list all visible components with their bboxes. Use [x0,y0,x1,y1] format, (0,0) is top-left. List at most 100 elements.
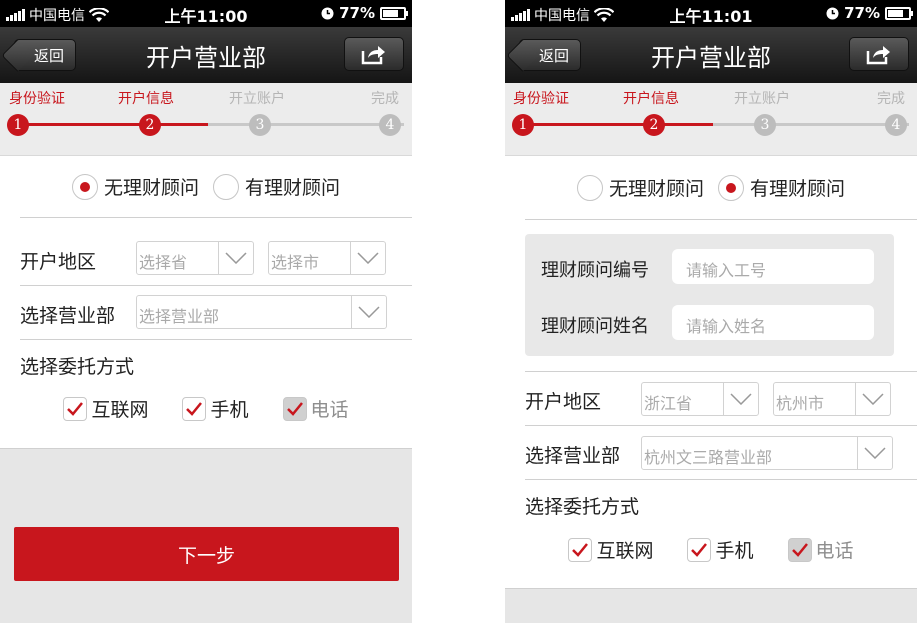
advisor-id-input[interactable]: 请输入工号 [672,249,874,284]
checkbox-phone[interactable]: 电话 [787,536,854,563]
region-label: 开户地区 [20,251,97,273]
step-dot-1: 1 [7,114,29,136]
status-bar: 中国电信 上午11:01 77% [505,0,917,27]
battery-status: 77% [826,4,913,22]
progress-track-done [8,123,208,126]
checkbox-label: 手机 [715,540,754,562]
divider [20,217,412,218]
divider [20,285,412,286]
branch-select[interactable]: 杭州文三路营业部 [641,436,893,470]
check-icon [282,396,307,421]
share-icon [361,46,385,65]
region-label: 开户地区 [525,391,602,413]
status-bar: 中国电信 上午11:00 77% [0,0,412,27]
battery-icon [380,6,408,20]
step-dot-4: 4 [885,114,907,136]
checkbox-label: 电话 [815,540,854,562]
method-label: 选择委托方式 [525,496,640,518]
progress-steps: 身份验证 开户信息 开立账户 完成 1 2 3 4 [505,83,917,156]
divider [525,371,917,372]
chevron-down-icon [351,296,386,328]
check-icon [687,537,712,562]
step-label-3: 开立账户 [734,91,790,107]
advisor-info-panel: 理财顾问编号 请输入工号 理财顾问姓名 请输入姓名 [525,234,894,356]
radio-label: 有理财顾问 [245,177,341,199]
clock-icon [826,7,839,19]
method-checkbox-group: 互联网 手机 电话 [505,536,917,563]
step-dot-1: 1 [512,114,534,136]
share-button[interactable] [344,37,404,71]
branch-value: 杭州文三路营业部 [644,448,773,467]
checkbox-internet[interactable]: 互联网 [63,395,148,422]
checkbox-mobile[interactable]: 手机 [182,395,249,422]
city-select[interactable]: 选择市 [268,241,386,275]
checkbox-internet[interactable]: 互联网 [568,536,653,563]
city-select[interactable]: 杭州市 [773,382,891,416]
city-value: 选择市 [271,253,320,272]
divider [525,479,917,480]
radio-circle-selected [71,173,98,200]
share-button[interactable] [849,37,909,71]
chevron-down-icon [218,242,253,274]
phone-screen-with-advisor: 中国电信 上午11:01 77% 返回 开户营业部 身份验证 开户信息 开立账户… [505,0,917,623]
battery-percent: 77% [844,4,880,22]
radio-circle [576,174,603,201]
progress-track-pending [208,123,404,126]
check-icon [182,396,207,421]
clock-icon [321,7,334,19]
province-select[interactable]: 选择省 [136,241,254,275]
branch-label: 选择营业部 [20,305,116,327]
share-icon [866,46,890,65]
chevron-down-icon [350,242,385,274]
checkbox-label: 电话 [310,399,349,421]
province-value: 浙江省 [644,394,693,413]
radio-has-advisor[interactable]: 有理财顾问 [718,174,845,201]
next-step-button[interactable]: 下一步 [14,527,399,581]
advisor-name-label: 理财顾问姓名 [541,316,649,337]
progress-steps: 身份验证 开户信息 开立账户 完成 1 2 3 4 [0,83,412,156]
radio-no-advisor[interactable]: 无理财顾问 [71,173,199,200]
phone-screen-no-advisor: 中国电信 上午11:00 77% 返回 开户营业部 身份验证 开户信息 开立账户… [0,0,412,623]
radio-has-advisor[interactable]: 有理财顾问 [213,173,340,200]
method-checkbox-group: 互联网 手机 电话 [0,395,412,422]
checkbox-label: 手机 [210,399,249,421]
step-label-4: 完成 [371,91,399,107]
check-icon [787,537,812,562]
advisor-id-label: 理财顾问编号 [541,260,649,281]
step-label-1: 身份验证 [513,91,569,107]
divider [525,425,917,426]
advisor-radio-group: 无理财顾问 有理财顾问 [0,173,412,200]
form-content: 无理财顾问 有理财顾问 理财顾问编号 请输入工号 理财顾问姓名 请输入姓名 开户… [505,156,917,623]
checkbox-label: 互联网 [596,540,654,562]
battery-percent: 77% [339,4,375,22]
radio-circle-selected [718,174,744,201]
checkbox-phone[interactable]: 电话 [282,395,349,422]
check-icon [63,396,88,421]
chevron-down-icon [855,383,890,415]
branch-value: 选择营业部 [139,307,220,326]
divider [20,339,412,340]
step-dot-2: 2 [643,114,665,136]
advisor-name-input[interactable]: 请输入姓名 [672,305,874,340]
progress-track-done [513,123,713,126]
battery-icon [885,6,913,20]
checkbox-mobile[interactable]: 手机 [687,536,754,563]
radio-label: 有理财顾问 [750,178,846,200]
radio-no-advisor[interactable]: 无理财顾问 [576,174,704,201]
navigation-bar: 返回 开户营业部 [0,27,412,83]
check-icon [568,537,593,562]
step-dot-4: 4 [379,114,401,136]
advisor-radio-group: 无理财顾问 有理财顾问 [505,174,917,201]
province-select[interactable]: 浙江省 [641,382,759,416]
step-dot-2: 2 [139,114,161,136]
province-value: 选择省 [139,253,188,272]
chevron-down-icon [857,437,892,469]
radio-circle [213,173,239,200]
battery-status: 77% [321,4,408,22]
progress-track-pending [713,123,909,126]
branch-select[interactable]: 选择营业部 [136,295,387,329]
radio-label: 无理财顾问 [103,177,199,199]
branch-label: 选择营业部 [525,445,621,467]
navigation-bar: 返回 开户营业部 [505,27,917,83]
form-content: 无理财顾问 有理财顾问 开户地区 选择省 选择市 选择营业部 选择营业部 选择委… [0,156,412,623]
